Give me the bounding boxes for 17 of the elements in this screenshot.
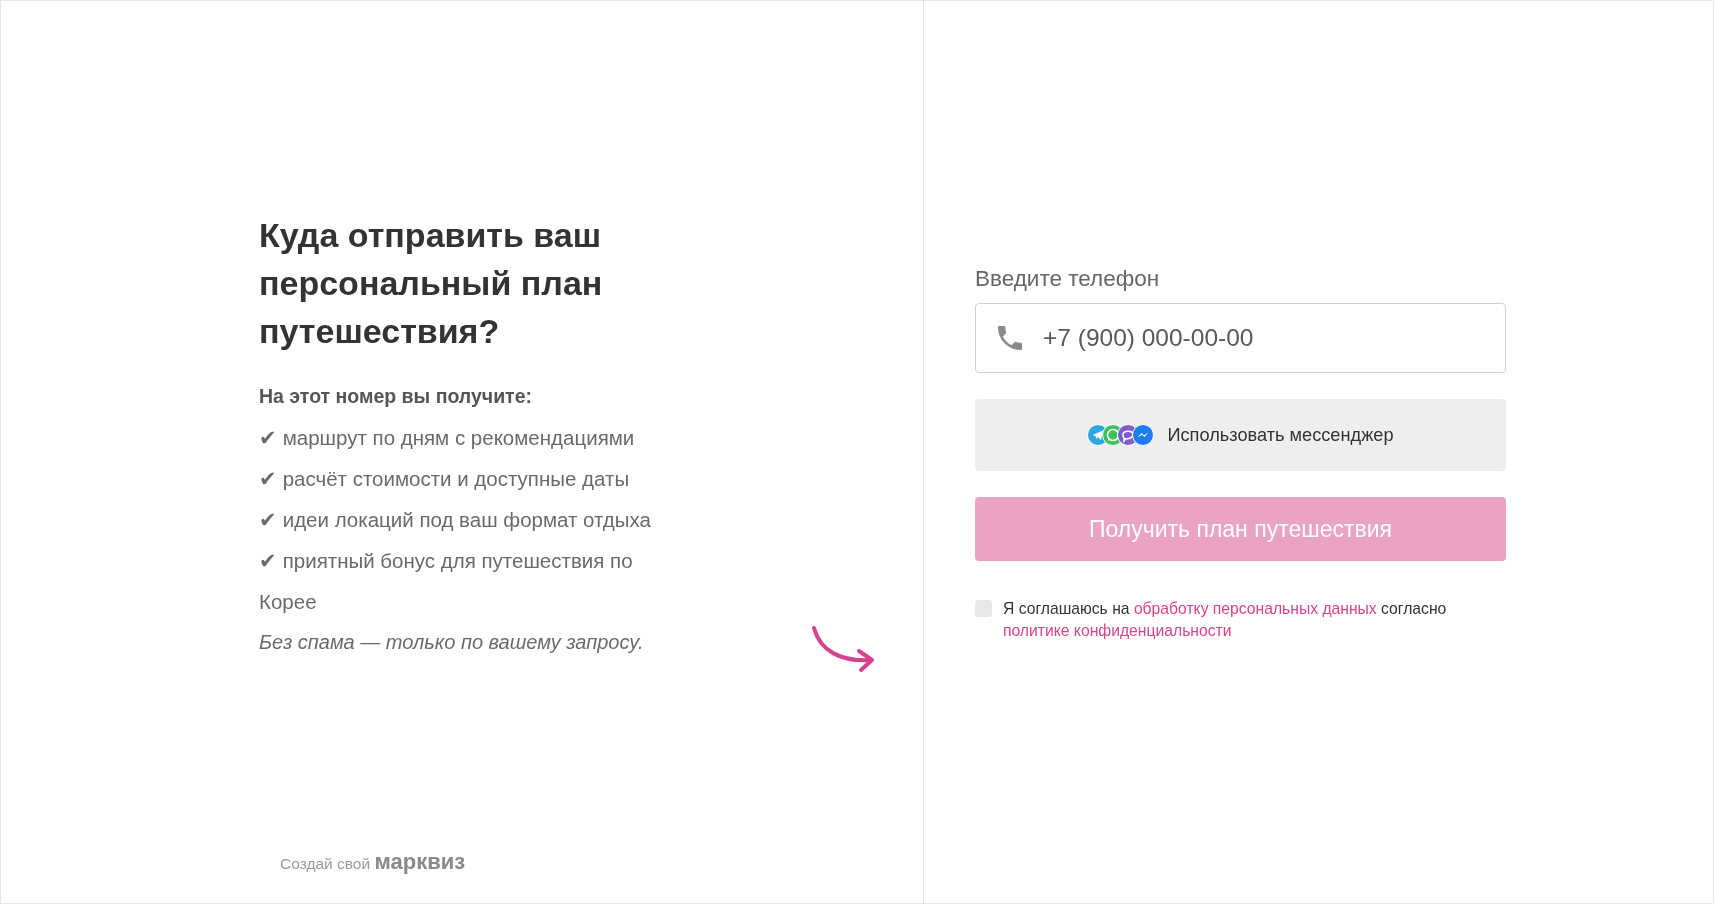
benefit-text: ✔ идеи локаций под ваш формат отдыха (259, 507, 652, 533)
note-text: Без спама — только по вашему запросу. (259, 630, 645, 655)
messenger-button[interactable]: Использовать мессенджер (975, 399, 1506, 471)
messenger-logos-icon (1087, 424, 1156, 446)
phone-label: Введите телефон (975, 265, 1161, 293)
consent-text: Я соглашаюсь на обработку персональных данных согласно политике конфиденциальности (1003, 599, 1448, 641)
subheading: На этот номер вы получите: (259, 384, 533, 409)
benefit-text: ✔ маршрут по дням с рекомендациями (259, 425, 636, 451)
heading: Куда отправить ваш персональный план путешествия? (259, 215, 604, 352)
policy-link[interactable]: политике конфиденциальности (1003, 622, 1232, 639)
policy-link[interactable]: обработку персональных данных (1133, 600, 1377, 617)
phone-icon (998, 326, 1022, 350)
phone-field[interactable]: +7 (900) 000-00-00 (975, 303, 1506, 373)
made-with-link[interactable]: Создай свой марквиз (280, 849, 466, 875)
benefit-text: ✔ расчёт стоимости и доступные даты (259, 466, 631, 492)
benefit-text: ✔ приятный бонус для путешествия по Корее (259, 548, 634, 615)
curved-arrow-icon (811, 625, 875, 673)
